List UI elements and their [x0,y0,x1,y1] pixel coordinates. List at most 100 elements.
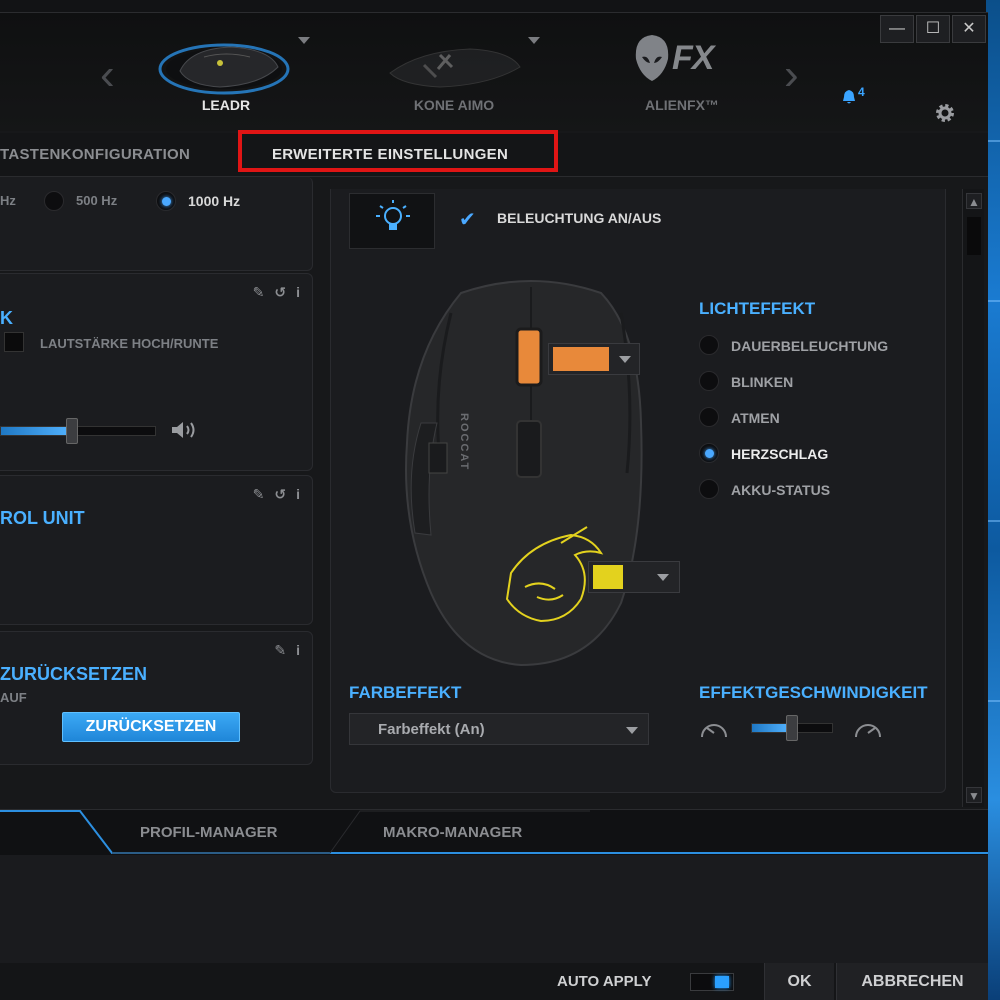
device-alienfx[interactable]: FX [628,33,738,89]
device-label-alienfx: ALIENFX™ [645,97,719,113]
polling-rate-panel: Hz 500 Hz 1000 Hz [0,177,313,271]
pin-icon[interactable]: ✎ [253,486,265,502]
cancel-button[interactable]: ABBRECHEN [836,963,988,1000]
slow-speed-icon [701,724,727,738]
panel-tools: ✎ i [264,642,300,659]
pin-icon[interactable]: ✎ [274,642,286,658]
kone-aimo-dropdown-icon[interactable] [528,37,540,44]
radio-effect-1[interactable] [699,371,719,391]
device-kone-aimo[interactable] [380,33,530,93]
footer-bar: AUTO APPLY OK ABBRECHEN [0,963,988,1000]
effect-label: ATMEN [731,410,780,426]
scroll-up-icon[interactable]: ▲ [966,193,982,209]
light-effect-title: LICHTEFFEKT [699,299,816,318]
speaker-icon [172,422,195,438]
gear-icon[interactable] [933,101,957,125]
previous-device-arrow[interactable]: ‹ [100,53,115,97]
panel-tools: ✎ ↺ i [243,284,300,301]
device-label-leadr: LEADR [201,97,251,113]
kone-aimo-mouse-icon [389,48,521,88]
reset-panel: ✎ i ZURÜCKSETZEN AUF ZURÜCKSETZEN [0,631,313,765]
tab-profile-manager[interactable]: PROFIL-MANAGER [140,824,278,841]
manager-tabs: PROFIL-MANAGER MAKRO-MANAGER [0,809,988,855]
info-icon[interactable]: i [296,486,300,502]
scroll-wheel-zone[interactable] [515,327,543,387]
color-effect-dropdown[interactable]: Farbeffekt (An) [349,713,649,745]
tab-macro-manager[interactable]: MAKRO-MANAGER [383,824,522,841]
wheel-color-swatch [553,347,609,371]
app-window: — ☐ ✕ ‹ › LEADR KONE AIMO FX ALIENFX™ 4 … [0,12,988,1000]
speed-slider-fill [752,724,790,732]
logo-color-dropdown[interactable] [588,561,680,593]
pin-icon[interactable]: ✎ [253,284,265,300]
sound-panel: ✎ ↺ i K LAUTSTÄRKE HOCH/RUNTE [0,273,313,471]
logo-color-swatch [593,565,623,589]
highlight-frame [238,130,558,172]
leadr-dropdown-icon[interactable] [298,37,310,44]
lighting-panel: ✔ BELEUCHTUNG AN/AUS ROCCAT LICHTEFFEKT … [330,189,946,793]
color-effect-title: FARBEFFEKT [349,683,462,702]
effect-label: DAUERBELEUCHTUNG [731,338,889,354]
speed-slider-thumb[interactable] [786,715,798,741]
toggle-knob [715,976,729,988]
undo-icon[interactable]: ↺ [274,284,286,300]
volume-checkbox[interactable] [4,332,24,352]
scroll-down-icon[interactable]: ▼ [966,787,982,803]
close-button[interactable]: ✕ [952,15,986,43]
info-icon[interactable]: i [296,284,300,300]
radio-effect-4[interactable] [699,479,719,499]
auto-apply-label: AUTO APPLY [557,973,652,990]
polling-partial-label: Hz [0,193,16,208]
radio-500hz[interactable] [44,191,64,211]
volume-slider-fill [1,427,73,435]
lighting-toggle-checkbox[interactable]: ✔ [459,207,476,232]
volume-slider-thumb[interactable] [66,418,78,444]
radio-effect-2[interactable] [699,407,719,427]
volume-checkbox-label: LAUTSTÄRKE HOCH/RUNTE [40,336,219,351]
leadr-mouse-icon [158,43,290,95]
color-effect-value: Farbeffekt (An) [378,721,485,738]
auto-apply-toggle[interactable] [690,973,734,991]
control-unit-panel: ✎ ↺ i ROL UNIT [0,475,313,625]
undo-icon[interactable]: ↺ [274,486,286,502]
device-leadr[interactable] [150,27,300,95]
volume-slider[interactable] [0,426,156,436]
alienfx-logo: FX [672,39,714,77]
radio-effect-3[interactable] [699,443,719,463]
radio-1000hz[interactable] [156,191,176,211]
fast-speed-icon [855,724,881,738]
alien-head-icon [635,35,669,81]
light-bulb-icon [376,200,410,230]
minimize-button[interactable]: — [880,15,914,43]
ok-button[interactable]: OK [764,963,834,1000]
mouse-brand-text: ROCCAT [458,413,470,471]
control-unit-title: ROL UNIT [0,508,85,528]
wheel-color-dropdown[interactable] [548,343,640,375]
vertical-scrollbar[interactable]: ▲ ▼ [962,189,984,807]
effect-label: BLINKEN [731,374,794,390]
next-device-arrow[interactable]: › [784,53,799,97]
chevron-down-icon [626,727,638,734]
device-header: — ☐ ✕ ‹ › LEADR KONE AIMO FX ALIENFX™ 4 [0,13,988,131]
desktop-background [986,0,1000,1000]
maximize-button[interactable]: ☐ [916,15,950,43]
reset-button[interactable]: ZURÜCKSETZEN [62,712,240,742]
info-icon[interactable]: i [296,642,300,658]
tab-button-config[interactable]: TASTENKONFIGURATION [0,146,190,163]
label-500hz: 500 Hz [76,193,118,208]
mouse-illustration: ROCCAT [405,280,643,667]
radio-effect-0[interactable] [699,335,719,355]
lighting-toggle-label: BELEUCHTUNG AN/AUS [497,210,662,226]
effect-label: HERZSCHLAG [731,446,829,462]
notification-area[interactable]: 4 [816,85,916,131]
chevron-down-icon [619,356,631,363]
label-1000hz: 1000 Hz [188,193,241,209]
sound-panel-title: K [0,308,13,328]
chevron-down-icon [657,574,669,581]
panel-tools: ✎ ↺ i [243,486,300,503]
effect-label: AKKU-STATUS [731,482,831,498]
manager-content-area [0,855,988,963]
scroll-thumb[interactable] [967,217,981,255]
lighting-icon-box [349,193,435,249]
device-label-kone-aimo: KONE AIMO [413,97,495,113]
